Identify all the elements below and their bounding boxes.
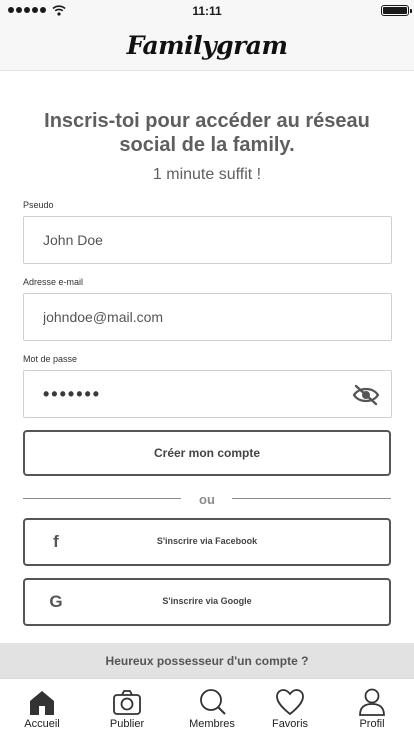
heart-icon <box>276 689 304 716</box>
divider-right <box>232 498 391 499</box>
app-header: Familygram <box>0 22 414 71</box>
battery-icon <box>381 5 412 16</box>
camera-icon <box>113 690 141 715</box>
password-field-box <box>23 370 392 418</box>
google-signup-label: S'inscrire via Google <box>162 596 252 606</box>
home-icon <box>30 691 54 715</box>
facebook-signup-label: S'inscrire via Facebook <box>156 536 258 546</box>
email-label: Adresse e-mail <box>23 277 84 287</box>
tab-favoris[interactable]: Favoris <box>249 679 331 736</box>
pseudo-label: Pseudo <box>23 200 54 210</box>
tab-label-profil: Profil <box>359 718 385 730</box>
password-input[interactable] <box>24 371 391 417</box>
app-logo: Familygram <box>126 31 288 60</box>
tab-profil[interactable]: Profil <box>331 679 413 736</box>
tab-accueil[interactable]: Accueil <box>1 679 83 736</box>
login-link[interactable]: Heureux possesseur d'un compte ? <box>0 643 414 678</box>
page-subtitle: 1 minute suffit ! <box>152 166 262 183</box>
divider-text: ou <box>199 492 215 507</box>
user-icon <box>359 688 385 716</box>
tab-label-membres: Membres <box>189 718 235 730</box>
tab-publier[interactable]: Publier <box>86 679 168 736</box>
tab-bar: Accueil Publier Membres Favoris Profil <box>0 678 414 736</box>
status-time: 11:11 <box>192 4 222 18</box>
tab-label-favoris: Favoris <box>271 718 309 730</box>
create-account-button[interactable]: Créer mon compte <box>23 430 391 476</box>
divider-left <box>23 498 181 499</box>
email-input[interactable] <box>24 294 391 340</box>
eye-slash-icon[interactable] <box>352 384 380 406</box>
tab-membres[interactable]: Membres <box>171 679 253 736</box>
tab-label-accueil: Accueil <box>24 718 60 730</box>
status-bar: 11:11 <box>0 0 414 22</box>
page-title: Inscris-toi pour accéder au réseau socia… <box>44 110 370 156</box>
password-label: Mot de passe <box>23 354 78 364</box>
facebook-signup-button[interactable]: f S'inscrire via Facebook <box>23 518 391 566</box>
pseudo-field-box <box>23 216 392 264</box>
tab-label-publier: Publier <box>109 718 145 730</box>
pseudo-input[interactable] <box>24 217 391 263</box>
email-field-box <box>23 293 392 341</box>
search-icon <box>200 689 226 715</box>
google-signup-button[interactable]: G S'inscrire via Google <box>23 578 391 626</box>
